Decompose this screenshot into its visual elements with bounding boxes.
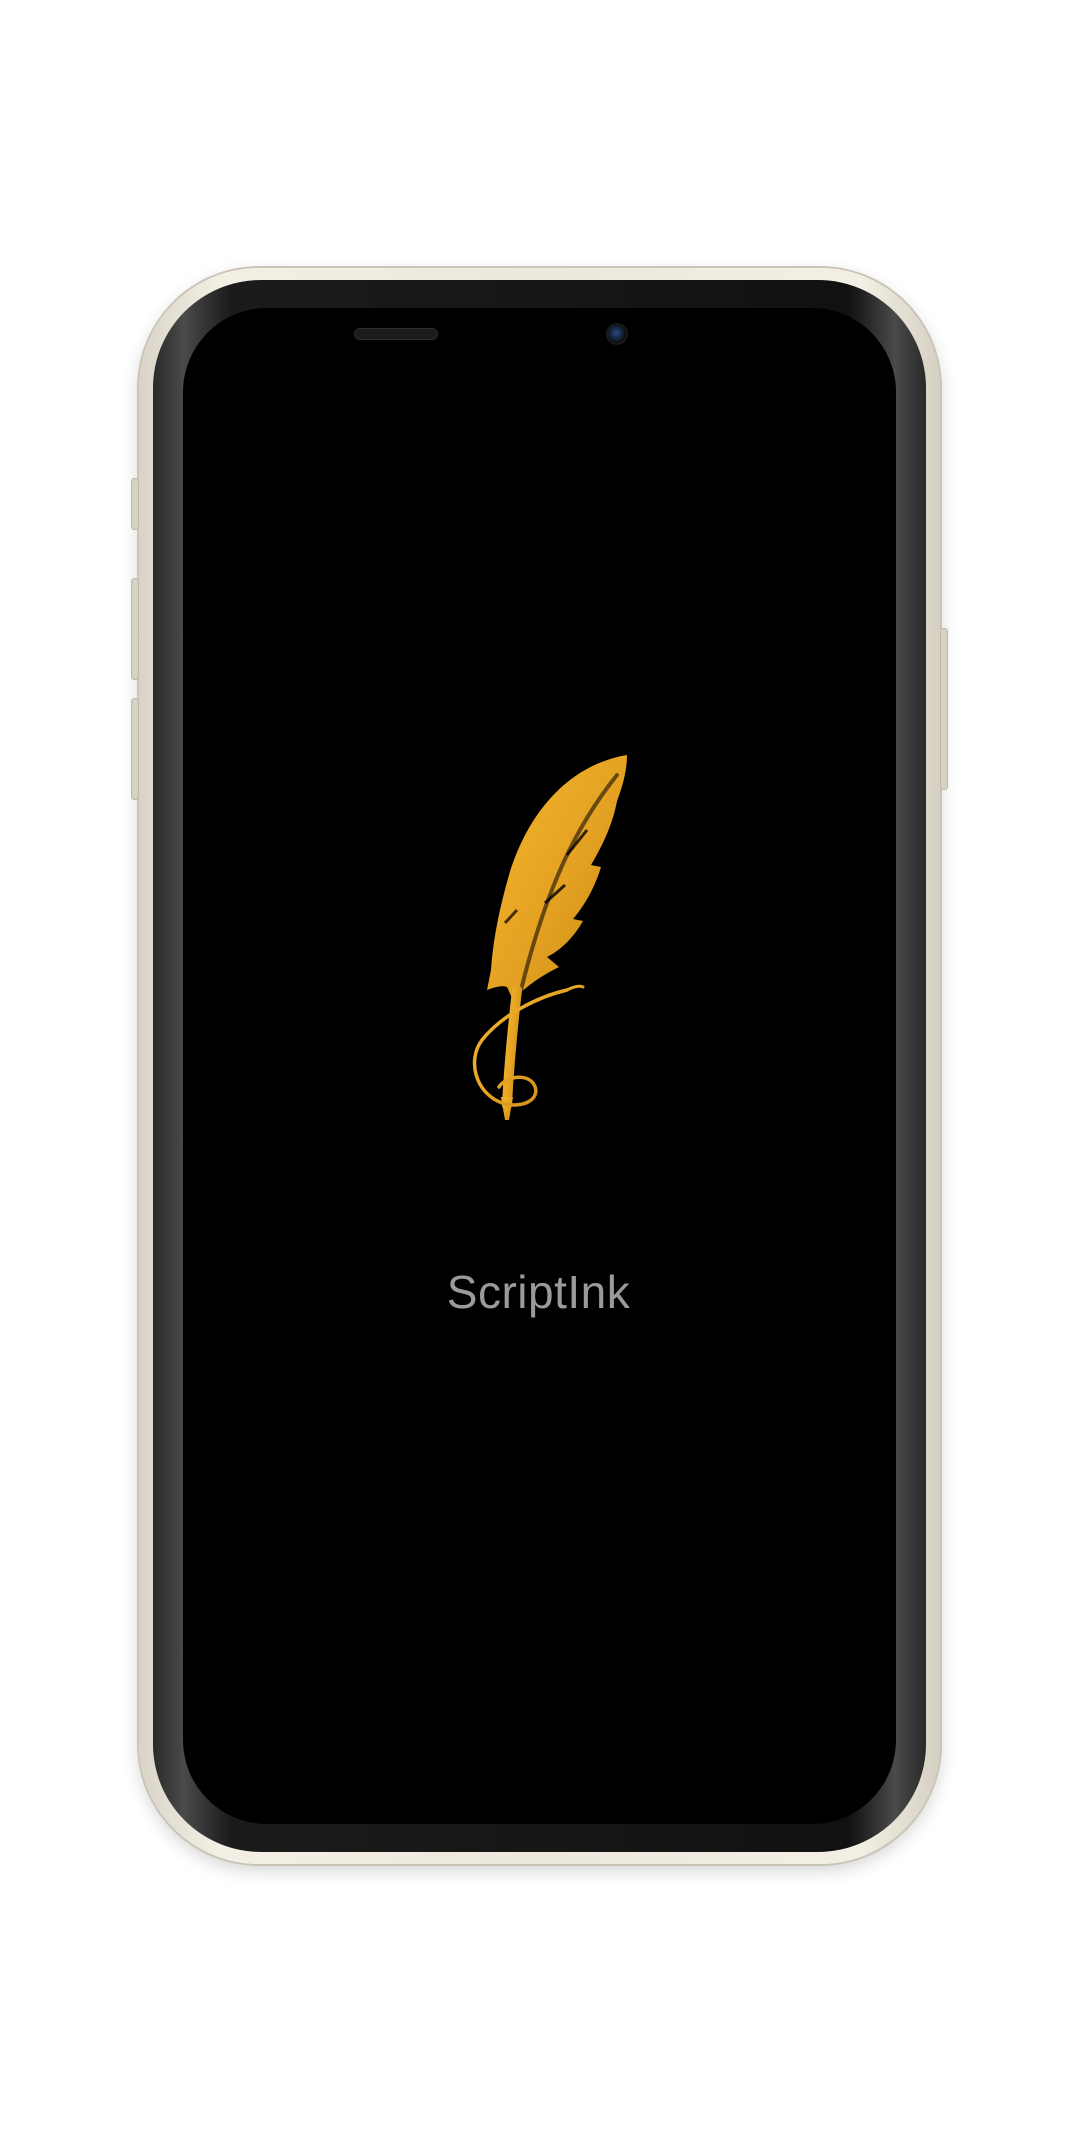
volume-up-button — [131, 578, 139, 680]
volume-down-button — [131, 698, 139, 800]
front-camera-icon — [606, 323, 628, 345]
device-mockup: ScriptInk — [0, 0, 1077, 2133]
mute-switch — [131, 478, 139, 530]
power-button — [940, 628, 948, 790]
app-title: ScriptInk — [446, 1266, 631, 1318]
earpiece-speaker — [354, 328, 438, 340]
quill-feather-icon — [472, 755, 627, 1120]
